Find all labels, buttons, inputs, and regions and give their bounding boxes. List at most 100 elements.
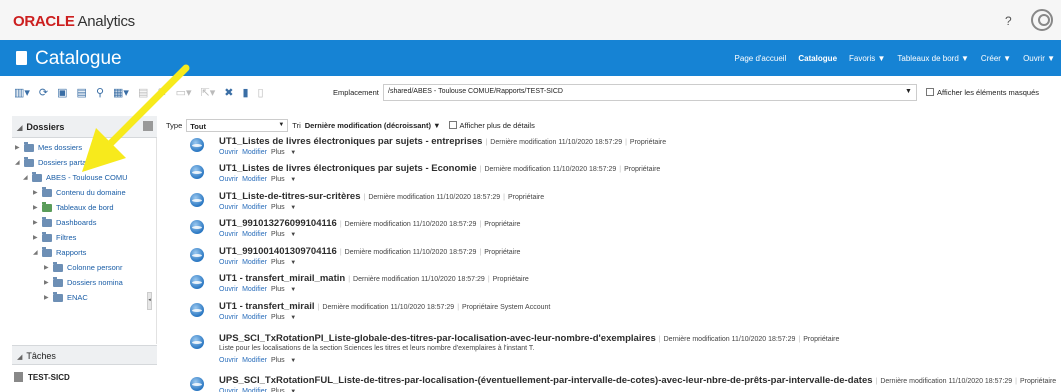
analysis-globe-icon[interactable] xyxy=(190,335,204,349)
edit-link[interactable]: Modifier xyxy=(242,388,267,392)
item-name-link[interactable]: UT1 - transfert_mirail_matin xyxy=(219,273,345,284)
new-folder-icon[interactable]: ▤ xyxy=(77,86,87,99)
open-link[interactable]: Ouvrir xyxy=(219,176,238,183)
collapsed-triangle-icon[interactable]: ▶ xyxy=(33,204,42,211)
more-details-checkbox[interactable] xyxy=(448,121,457,129)
collapsed-triangle-icon[interactable]: ▶ xyxy=(44,264,53,271)
nav-open[interactable]: Ouvrir ▼ xyxy=(1023,54,1055,63)
edit-link[interactable]: Modifier xyxy=(242,314,267,321)
folder-tree-item[interactable]: ▶ Dossiers nomina xyxy=(44,275,123,290)
item-name-link[interactable]: UT1_Liste-de-titres-sur-critères xyxy=(219,191,361,202)
more-menu-button[interactable]: Plus ▼ xyxy=(271,388,296,392)
analysis-globe-icon[interactable] xyxy=(190,220,204,234)
folders-panel-header[interactable]: ◢ Dossiers xyxy=(12,116,157,138)
analysis-globe-icon[interactable] xyxy=(190,248,204,262)
open-link[interactable]: Ouvrir xyxy=(219,149,238,156)
folder-tree-item[interactable]: ▶ ENAC xyxy=(44,290,88,305)
open-link[interactable]: Ouvrir xyxy=(219,259,238,266)
nav-home[interactable]: Page d'accueil xyxy=(735,54,787,63)
more-menu-button[interactable]: Plus ▼ xyxy=(271,231,296,238)
edit-link[interactable]: Modifier xyxy=(242,149,267,156)
panel-splitter-handle[interactable]: ◂ xyxy=(147,292,152,310)
expanded-triangle-icon[interactable]: ◢ xyxy=(15,159,24,166)
item-name-link[interactable]: UPS_SCI_TxRotationPI_Liste-globale-des-t… xyxy=(219,333,656,344)
folder-tree-item[interactable]: ◢ ABES - Toulouse COMU xyxy=(23,170,128,185)
collapsed-triangle-icon[interactable]: ▶ xyxy=(33,234,42,241)
oracle-analytics-logo[interactable]: ORACLE Analytics xyxy=(13,13,135,30)
analysis-globe-icon[interactable] xyxy=(190,138,204,152)
nav-catalogue[interactable]: Catalogue xyxy=(798,54,837,63)
expanded-triangle-icon[interactable]: ◢ xyxy=(33,249,42,256)
nav-dashboards[interactable]: Tableaux de bord ▼ xyxy=(897,54,969,63)
more-menu-button[interactable]: Plus ▼ xyxy=(271,259,296,266)
archive-icon[interactable]: ▦▾ xyxy=(113,86,129,99)
refresh-icon[interactable]: ⟳ xyxy=(39,86,48,99)
item-name-link[interactable]: UT1_Listes de livres électroniques par s… xyxy=(219,163,477,174)
edit-link[interactable]: Modifier xyxy=(242,357,267,364)
print-icon[interactable]: ▭▾ xyxy=(176,86,192,99)
show-hidden-toggle[interactable]: Afficher les éléments masqués xyxy=(926,88,1039,97)
more-menu-button[interactable]: Plus ▼ xyxy=(271,286,296,293)
nav-create[interactable]: Créer ▼ xyxy=(981,54,1011,63)
item-name-link[interactable]: UT1_991001401309704116 xyxy=(219,246,337,257)
nav-favorites[interactable]: Favoris ▼ xyxy=(849,54,885,63)
paste-icon[interactable]: ▯ xyxy=(258,86,264,99)
expanded-triangle-icon[interactable]: ◢ xyxy=(23,174,32,181)
open-link[interactable]: Ouvrir xyxy=(219,314,238,321)
edit-link[interactable]: Modifier xyxy=(242,176,267,183)
tasks-panel-header[interactable]: ◢ Tâches xyxy=(12,345,157,365)
sort-select[interactable]: Dernière modification (décroissant) ▼ xyxy=(305,121,441,130)
collapsed-triangle-icon[interactable]: ▶ xyxy=(33,219,42,226)
analysis-globe-icon[interactable] xyxy=(190,165,204,179)
search-icon[interactable]: ⚲ xyxy=(96,86,104,99)
more-menu-button[interactable]: Plus ▼ xyxy=(271,204,296,211)
folder-tree-item[interactable]: ▶ Mes dossiers xyxy=(15,140,82,155)
open-link[interactable]: Ouvrir xyxy=(219,357,238,364)
more-menu-button[interactable]: Plus ▼ xyxy=(271,357,296,364)
collapsed-triangle-icon[interactable]: ▶ xyxy=(33,189,42,196)
more-menu-button[interactable]: Plus ▼ xyxy=(271,176,296,183)
item-name-link[interactable]: UT1 - transfert_mirail xyxy=(219,301,315,312)
analysis-globe-icon[interactable] xyxy=(190,275,204,289)
item-name-link[interactable]: UPS_SCI_TxRotationFUL_Liste-de-titres-pa… xyxy=(219,375,873,386)
folder-tree-item[interactable]: ◢ Dossiers partagés xyxy=(15,155,98,170)
more-menu-button[interactable]: Plus ▼ xyxy=(271,149,296,156)
type-select[interactable]: Tout xyxy=(186,119,289,132)
task-item-selected[interactable]: TEST-SICD xyxy=(14,372,70,382)
edit-icon[interactable]: ✎ xyxy=(157,86,166,99)
open-link[interactable]: Ouvrir xyxy=(219,231,238,238)
export-icon[interactable]: ⇱▾ xyxy=(200,86,215,99)
collapsed-triangle-icon[interactable]: ▶ xyxy=(15,144,24,151)
folder-tree-item[interactable]: ▶ Dashboards xyxy=(33,215,96,230)
location-dropdown-icon[interactable]: ▼ xyxy=(905,88,912,95)
more-details-toggle[interactable]: Afficher plus de détails xyxy=(448,121,535,130)
view-mode-icon[interactable]: ▥▾ xyxy=(14,86,30,99)
edit-link[interactable]: Modifier xyxy=(242,259,267,266)
analysis-globe-icon[interactable] xyxy=(190,377,204,391)
open-link[interactable]: Ouvrir xyxy=(219,204,238,211)
show-hidden-checkbox[interactable] xyxy=(926,88,934,96)
analysis-globe-icon[interactable] xyxy=(190,193,204,207)
copy-icon[interactable]: ▤ xyxy=(138,86,148,99)
folder-tree-item[interactable]: ▶ Contenu du domaine xyxy=(33,185,126,200)
analysis-globe-icon[interactable] xyxy=(190,303,204,317)
edit-link[interactable]: Modifier xyxy=(242,286,267,293)
folder-tree-item[interactable]: ▶ Filtres xyxy=(33,230,76,245)
clipboard-copy-icon[interactable]: ▮ xyxy=(242,86,248,99)
folder-tree-item[interactable]: ▶ Colonne personr xyxy=(44,260,122,275)
item-name-link[interactable]: UT1_991013276099104116 xyxy=(219,218,337,229)
upload-icon[interactable]: ▣ xyxy=(57,86,67,99)
open-link[interactable]: Ouvrir xyxy=(219,286,238,293)
open-link[interactable]: Ouvrir xyxy=(219,388,238,392)
edit-link[interactable]: Modifier xyxy=(242,231,267,238)
user-avatar-icon[interactable] xyxy=(1031,9,1053,31)
delete-icon[interactable]: ✖ xyxy=(224,86,233,99)
more-menu-button[interactable]: Plus ▼ xyxy=(271,314,296,321)
location-field[interactable]: /shared/ABES - Toulouse COMUE/Rapports/T… xyxy=(383,84,917,101)
edit-link[interactable]: Modifier xyxy=(242,204,267,211)
collapsed-triangle-icon[interactable]: ▶ xyxy=(44,294,53,301)
help-button[interactable]: ? xyxy=(1005,14,1012,28)
folder-tree-item[interactable]: ◢ Rapports xyxy=(33,245,86,260)
collapsed-triangle-icon[interactable]: ▶ xyxy=(44,279,53,286)
new-folder-panel-icon[interactable] xyxy=(143,121,153,131)
